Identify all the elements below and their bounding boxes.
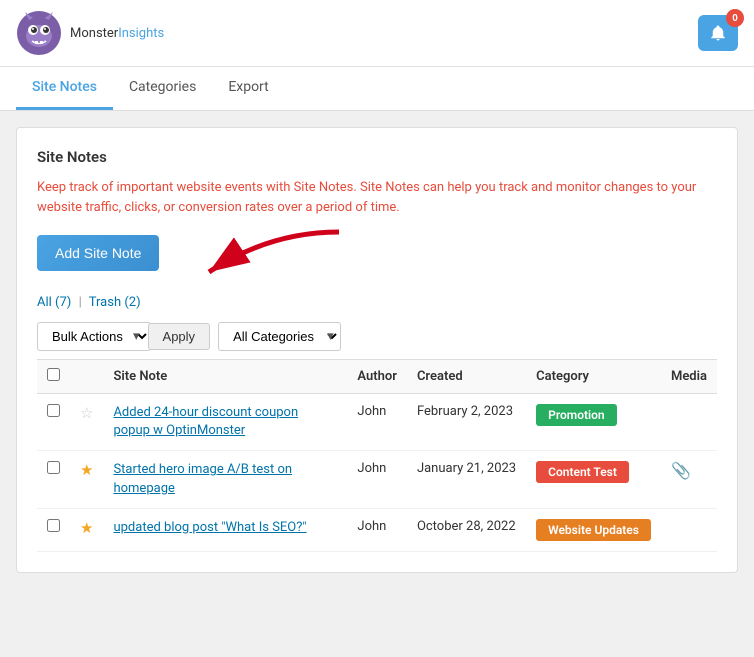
row-author-cell: John — [347, 394, 407, 451]
th-star — [70, 360, 103, 394]
filter-all[interactable]: All (7) — [37, 295, 71, 310]
arrow-indicator — [189, 227, 349, 287]
filter-row: Bulk Actions ▾ Apply All Categories ▾ — [37, 322, 717, 351]
tab-export[interactable]: Export — [212, 67, 284, 110]
row-created-cell: January 21, 2023 — [407, 451, 526, 508]
note-link[interactable]: Added 24-hour discount coupon popup w Op… — [113, 405, 298, 438]
nav-tabs: Site Notes Categories Export — [0, 67, 754, 111]
tab-categories[interactable]: Categories — [113, 67, 212, 110]
row-checkbox-cell — [37, 394, 70, 451]
add-note-area: Add Site Note — [37, 235, 159, 287]
bulk-actions-select[interactable]: Bulk Actions — [37, 322, 151, 351]
category-badge: Content Test — [536, 461, 629, 483]
section-title: Site Notes — [37, 148, 717, 166]
logo-monster: Monster — [70, 26, 118, 41]
logo-text: MonsterInsights — [70, 26, 164, 41]
row-note-cell: Added 24-hour discount coupon popup w Op… — [103, 394, 347, 451]
row-media-cell: 📎 — [661, 451, 717, 508]
notes-table: Site Note Author Created Category Media … — [37, 359, 717, 552]
table-row: ☆ Added 24-hour discount coupon popup w … — [37, 394, 717, 451]
row-created-cell: February 2, 2023 — [407, 394, 526, 451]
row-note-cell: updated blog post "What Is SEO?" — [103, 508, 347, 551]
row-checkbox-cell — [37, 451, 70, 508]
category-badge: Website Updates — [536, 519, 651, 541]
star-filled-icon[interactable]: ★ — [80, 519, 93, 537]
th-checkbox — [37, 360, 70, 394]
row-category-cell: Website Updates — [526, 508, 661, 551]
main-content: Site Notes Keep track of important websi… — [0, 111, 754, 589]
apply-button[interactable]: Apply — [148, 323, 211, 350]
category-badge: Promotion — [536, 404, 617, 426]
tab-site-notes[interactable]: Site Notes — [16, 67, 113, 110]
add-site-note-button[interactable]: Add Site Note — [37, 235, 159, 271]
row-author-cell: John — [347, 508, 407, 551]
table-row: ★ updated blog post "What Is SEO?" John … — [37, 508, 717, 551]
row-media-cell — [661, 508, 717, 551]
note-link[interactable]: updated blog post "What Is SEO?" — [113, 520, 306, 535]
row-category-cell: Content Test — [526, 451, 661, 508]
monster-logo-icon — [16, 10, 62, 56]
note-link[interactable]: Started hero image A/B test on homepage — [113, 462, 292, 495]
th-author: Author — [347, 360, 407, 394]
row-checkbox[interactable] — [47, 461, 60, 474]
bell-icon — [709, 24, 727, 42]
categories-select[interactable]: All Categories — [218, 322, 341, 351]
row-created-cell: October 28, 2022 — [407, 508, 526, 551]
star-empty-icon[interactable]: ☆ — [80, 404, 93, 422]
row-star-cell: ★ — [70, 508, 103, 551]
filter-links: All (7) | Trash (2) — [37, 295, 717, 310]
row-star-cell: ★ — [70, 451, 103, 508]
notification-button[interactable]: 0 — [698, 15, 738, 51]
star-filled-icon[interactable]: ★ — [80, 461, 93, 479]
table-row: ★ Started hero image A/B test on homepag… — [37, 451, 717, 508]
row-media-cell — [661, 394, 717, 451]
row-category-cell: Promotion — [526, 394, 661, 451]
header-right: 0 — [698, 15, 738, 51]
filter-separator: | — [79, 295, 82, 310]
th-created: Created — [407, 360, 526, 394]
th-media: Media — [661, 360, 717, 394]
row-note-cell: Started hero image A/B test on homepage — [103, 451, 347, 508]
logo-insights: Insights — [118, 26, 164, 41]
notification-badge: 0 — [726, 9, 744, 27]
row-checkbox[interactable] — [47, 404, 60, 417]
description-text: Keep track of important website events w… — [37, 178, 717, 217]
th-category: Category — [526, 360, 661, 394]
row-checkbox[interactable] — [47, 519, 60, 532]
header: MonsterInsights 0 — [0, 0, 754, 67]
media-attachment-icon: 📎 — [671, 461, 691, 480]
logo: MonsterInsights — [16, 10, 164, 56]
row-star-cell: ☆ — [70, 394, 103, 451]
row-author-cell: John — [347, 451, 407, 508]
site-notes-card: Site Notes Keep track of important websi… — [16, 127, 738, 573]
th-site-note: Site Note — [103, 360, 347, 394]
row-checkbox-cell — [37, 508, 70, 551]
filter-trash[interactable]: Trash (2) — [89, 295, 141, 310]
select-all-checkbox[interactable] — [47, 368, 60, 381]
